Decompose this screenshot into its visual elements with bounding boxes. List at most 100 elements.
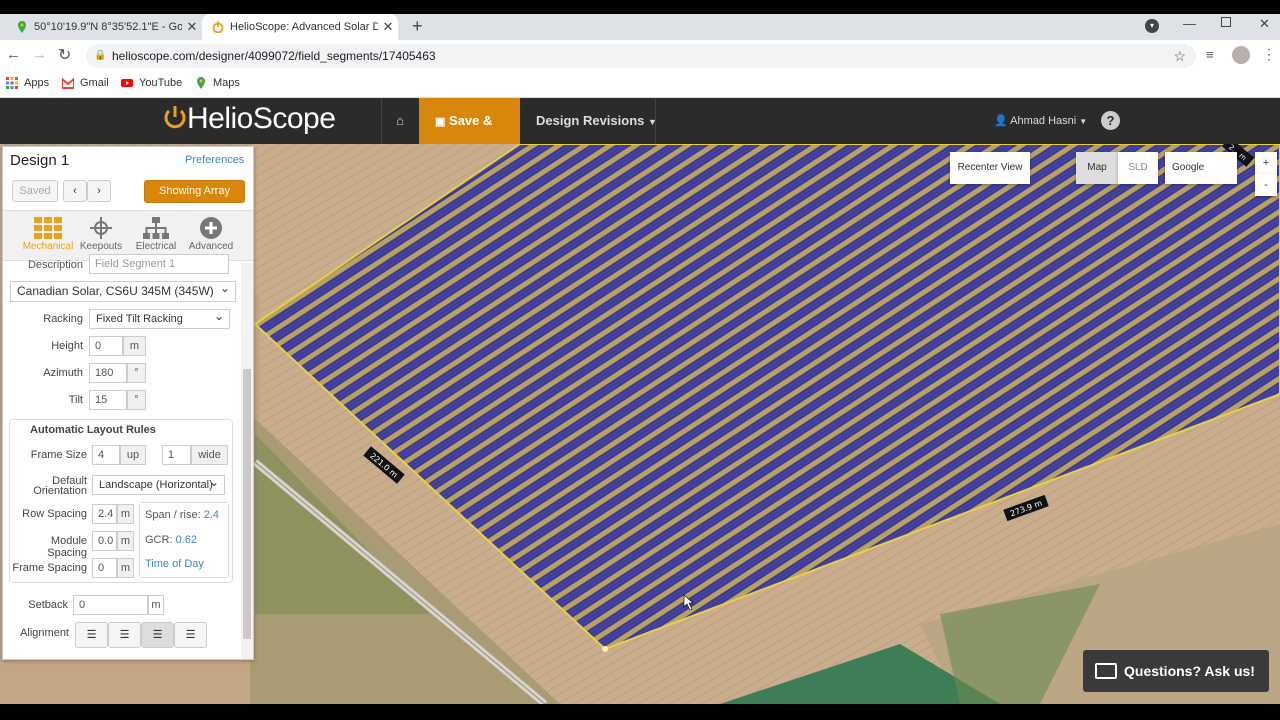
frame-up-input[interactable]: 4: [92, 445, 120, 465]
scrollbar[interactable]: [241, 263, 253, 659]
frame-up-unit: up: [120, 445, 146, 465]
close-icon[interactable]: ✕: [182, 19, 202, 35]
description-input[interactable]: Field Segment 1: [89, 254, 229, 274]
frame-wide-unit: wide: [191, 445, 228, 465]
sitemap-icon: [143, 217, 169, 239]
minimize-icon[interactable]: —: [1183, 16, 1196, 31]
user-menu[interactable]: 👤 Ahmad Hasni ▼: [978, 98, 1103, 144]
maximize-icon[interactable]: [1221, 17, 1231, 27]
row-spacing-input[interactable]: 2.4: [92, 504, 117, 524]
bookmark-label: Apps: [24, 77, 50, 89]
module-select[interactable]: Canadian Solar, CS6U 345M (345W): [10, 279, 236, 302]
maps-pin-icon: [16, 21, 28, 33]
questions-chat-button[interactable]: Questions? Ask us!: [1083, 650, 1269, 692]
unit-m: m: [117, 558, 134, 578]
bookmark-maps[interactable]: Maps: [195, 77, 240, 89]
close-icon[interactable]: ✕: [378, 19, 398, 35]
save-exit-button[interactable]: ▣ Save & Exit: [419, 98, 520, 175]
degree-unit: °: [127, 390, 146, 410]
reading-list-icon[interactable]: ≡: [1206, 47, 1214, 62]
helioscope-icon: [212, 21, 224, 34]
tab-helioscope[interactable]: HelioScope: Advanced Solar Desi ✕: [202, 14, 398, 40]
address-bar[interactable]: 🔒 helioscope.com/designer/4099072/field_…: [86, 44, 1196, 68]
tilt-input[interactable]: 15: [89, 390, 127, 410]
racking-select[interactable]: Fixed Tilt Racking: [89, 307, 230, 329]
window-close-icon[interactable]: ✕: [1259, 16, 1270, 32]
sld-view-button[interactable]: SLD: [1118, 152, 1158, 184]
app-header: HelioScope ⌂ ▣ Save & Exit Design Revisi…: [0, 98, 1280, 175]
align-justify-button[interactable]: ☰: [141, 622, 174, 648]
home-icon[interactable]: ⌂: [383, 98, 417, 144]
divider: [381, 98, 382, 144]
map-view-button[interactable]: Map: [1076, 152, 1118, 184]
frame-spacing-input[interactable]: 0: [92, 558, 117, 578]
saved-button[interactable]: Saved: [12, 180, 58, 202]
bookmark-gmail[interactable]: Gmail: [61, 76, 109, 89]
design-revisions-menu[interactable]: Design Revisions ▼: [520, 98, 673, 144]
align-right-button[interactable]: ☰: [174, 622, 207, 648]
time-of-day-link[interactable]: Time of Day: [145, 558, 204, 570]
design-panel: Design 1 Preferences Saved ‹ › Showing A…: [2, 146, 254, 660]
align-center-button[interactable]: ☰: [108, 622, 141, 648]
height-input[interactable]: 0: [89, 336, 123, 356]
tab-title: HelioScope: Advanced Solar Desi: [230, 21, 378, 33]
bookmark-label: Maps: [213, 77, 240, 89]
browser-toolbar: ← → ↻ 🔒 helioscope.com/designer/4099072/…: [0, 40, 1280, 72]
azimuth-input[interactable]: 180: [89, 363, 127, 383]
layout-rules-title: Automatic Layout Rules: [30, 424, 156, 436]
tab-title: 50°10'19.9"N 8°35'52.1"E - Google: [34, 21, 182, 33]
preferences-link[interactable]: Preferences: [185, 154, 244, 166]
help-icon[interactable]: ?: [1101, 111, 1120, 130]
new-tab-button[interactable]: +: [412, 16, 423, 37]
logo-text: HelioScope: [187, 102, 336, 135]
setback-label: Setback: [28, 599, 68, 611]
menu-icon[interactable]: ⋮: [1262, 46, 1276, 63]
module-spacing-input[interactable]: 0.0: [92, 531, 117, 551]
height-unit: m: [123, 336, 146, 356]
gmail-icon: [61, 76, 75, 89]
scrollbar-thumb[interactable]: [243, 369, 251, 639]
lock-icon: 🔒: [94, 50, 107, 61]
frame-wide-input[interactable]: 1: [162, 445, 191, 465]
plus-circle-icon: [200, 217, 222, 239]
grid-icon: [34, 217, 62, 239]
zoom-out-button[interactable]: -: [1255, 174, 1277, 196]
zoom-in-button[interactable]: +: [1255, 152, 1277, 174]
showing-array-button[interactable]: Showing Array: [144, 180, 245, 203]
user-name: Ahmad Hasni: [1010, 115, 1077, 127]
bookmark-apps[interactable]: Apps: [6, 77, 49, 89]
orientation-select[interactable]: Landscape (Horizontal): [92, 473, 225, 495]
design-revisions-label: Design Revisions: [536, 113, 645, 128]
recenter-view-button[interactable]: Recenter View: [950, 152, 1030, 184]
bookmarks-bar: Apps Gmail YouTube Maps: [0, 72, 1280, 98]
undo-button[interactable]: ‹: [63, 180, 87, 202]
align-left-button[interactable]: ☰: [75, 622, 108, 648]
redo-button[interactable]: ›: [87, 180, 111, 202]
tab-label: Mechanical: [22, 241, 74, 252]
tab-mechanical[interactable]: Mechanical: [21, 217, 75, 252]
reload-icon[interactable]: ↻: [58, 45, 71, 65]
setback-input[interactable]: 0: [73, 595, 148, 615]
profile-dropdown-icon[interactable]: ▾: [1145, 19, 1159, 33]
frame-size-label: Frame Size: [30, 449, 87, 461]
tab-advanced[interactable]: Advanced: [184, 217, 238, 252]
google-view-button[interactable]: Google: [1165, 152, 1237, 184]
tab-keepouts[interactable]: Keepouts: [74, 217, 128, 252]
gcr: GCR: 0.62: [145, 534, 197, 546]
tab-electrical[interactable]: Electrical: [129, 217, 183, 252]
row-spacing-label: Row Spacing: [22, 508, 87, 520]
tab-label: Advanced: [188, 241, 234, 252]
back-icon[interactable]: ←: [6, 46, 21, 63]
move-arrows-icon: [90, 217, 112, 239]
align-center-icon: ☰: [119, 629, 130, 641]
bookmark-youtube[interactable]: YouTube: [121, 77, 182, 89]
helioscope-logo[interactable]: HelioScope: [163, 102, 336, 136]
bookmark-label: Gmail: [80, 77, 109, 89]
forward-icon[interactable]: →: [32, 46, 47, 63]
bookmark-star-icon[interactable]: ☆: [1173, 44, 1186, 68]
avatar[interactable]: [1232, 46, 1250, 64]
user-icon: 👤: [994, 115, 1008, 127]
tab-label: Keepouts: [79, 241, 123, 252]
racking-label: Racking: [43, 313, 83, 325]
tab-google-maps[interactable]: 50°10'19.9"N 8°35'52.1"E - Google ✕: [6, 14, 202, 40]
